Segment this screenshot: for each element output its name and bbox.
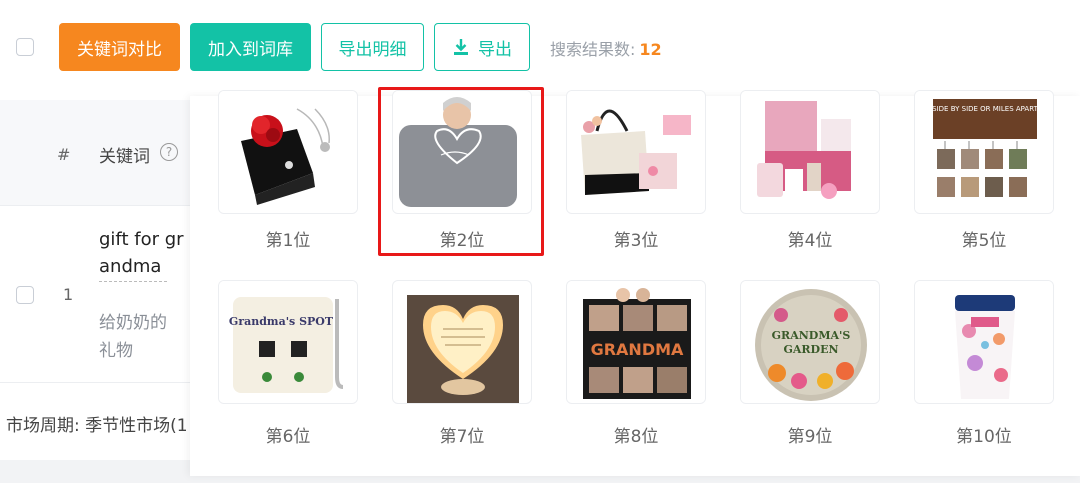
rank-label: 第8位 xyxy=(613,427,659,447)
product-card[interactable] xyxy=(218,90,358,214)
product-card[interactable]: Grandma's SPOT xyxy=(218,280,358,404)
row-checkbox[interactable] xyxy=(16,286,34,304)
garden-text-1: GRANDMA'S xyxy=(772,329,851,342)
product-card[interactable] xyxy=(392,280,532,404)
result-label: 搜索结果数: xyxy=(550,40,636,59)
rank-label: 第9位 xyxy=(787,427,833,447)
product-image-tumbler xyxy=(915,281,1053,403)
export-button[interactable]: 导出 xyxy=(434,23,530,71)
help-icon[interactable]: ? xyxy=(160,143,178,161)
rank-label: 第10位 xyxy=(956,427,1012,447)
product-image-rose-box xyxy=(219,91,357,213)
market-cycle: 市场周期: 季节性市场(1 xyxy=(6,416,188,436)
product-card[interactable] xyxy=(914,280,1054,404)
keyword-compare-label: 关键词对比 xyxy=(77,39,162,60)
row-divider xyxy=(0,382,190,383)
add-to-library-button[interactable]: 加入到词库 xyxy=(190,23,311,71)
add-to-library-label: 加入到词库 xyxy=(208,39,293,60)
pillow-text: Grandma's SPOT xyxy=(229,315,334,328)
product-card[interactable] xyxy=(740,90,880,214)
rank-label: 第6位 xyxy=(265,427,311,447)
result-count: 12 xyxy=(639,40,662,59)
keyword-compare-button[interactable]: 关键词对比 xyxy=(59,23,180,71)
highlight-box xyxy=(378,87,544,256)
keyword-underline xyxy=(99,281,167,282)
product-image-heart-light xyxy=(407,295,519,403)
product-image-photo-blanket: GRANDMA xyxy=(567,281,705,403)
column-index-header: # xyxy=(57,145,71,164)
product-card[interactable] xyxy=(566,90,706,214)
rank-label: 第4位 xyxy=(787,231,833,251)
row-index: 1 xyxy=(63,285,74,304)
product-image-spa-box xyxy=(741,91,879,213)
blanket-text: GRANDMA xyxy=(591,340,684,359)
sign-text: SIDE BY SIDE OR MILES APART xyxy=(932,105,1038,113)
select-all-checkbox[interactable] xyxy=(16,38,34,56)
download-icon xyxy=(454,39,468,55)
product-image-grandkids-sign: SIDE BY SIDE OR MILES APART xyxy=(915,91,1053,213)
export-label: 导出 xyxy=(478,39,512,60)
toolbar: 关键词对比 加入到词库 导出明细 导出 搜索结果数: 12 xyxy=(0,0,1080,96)
rank-label: 第3位 xyxy=(613,231,659,251)
search-result-count: 搜索结果数: 12 xyxy=(550,36,662,60)
keyword-translation: 给奶奶的礼物 xyxy=(99,313,167,361)
ranking-popover: 第1位 第2位 第3位 第4位 SIDE BY SIDE OR MILES AP… xyxy=(190,90,1080,476)
product-image-tote-bag xyxy=(567,91,705,213)
export-detail-label: 导出明细 xyxy=(338,39,407,60)
product-image-garden-stone: GRANDMA'S GARDEN xyxy=(741,281,879,403)
product-card[interactable]: SIDE BY SIDE OR MILES APART xyxy=(914,90,1054,214)
rank-label: 第1位 xyxy=(265,231,311,251)
garden-text-2: GARDEN xyxy=(783,343,838,356)
rank-label: 第7位 xyxy=(439,427,485,447)
rank-label: 第5位 xyxy=(961,231,1007,251)
product-image-pillow: Grandma's SPOT xyxy=(219,281,357,403)
column-keyword-header: 关键词 xyxy=(99,147,150,167)
product-card[interactable]: GRANDMA'S GARDEN xyxy=(740,280,880,404)
keyword-link[interactable]: gift for grandma xyxy=(99,226,185,280)
product-card[interactable]: GRANDMA xyxy=(566,280,706,404)
export-detail-button[interactable]: 导出明细 xyxy=(321,23,424,71)
